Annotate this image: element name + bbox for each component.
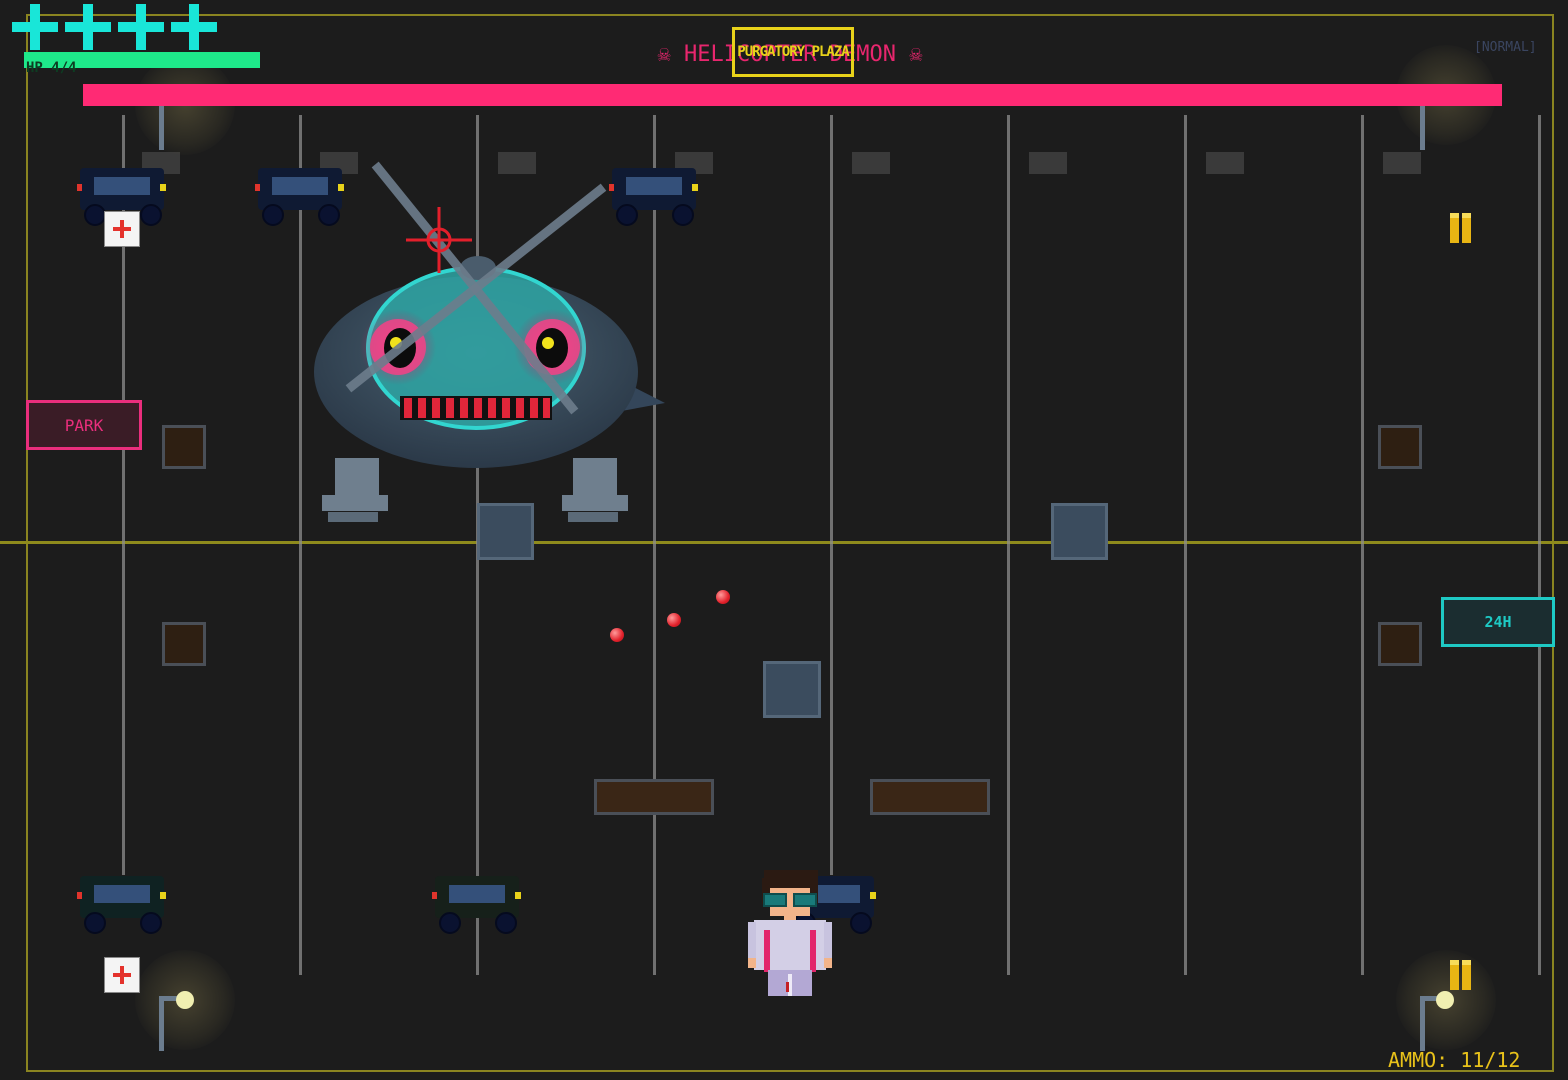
store-sign-label: 24H	[1484, 613, 1512, 631]
pillar	[1051, 503, 1108, 560]
crate	[1378, 425, 1422, 469]
enemy-bullet	[716, 590, 730, 604]
lane-line	[830, 115, 833, 875]
lane-line	[1361, 115, 1364, 975]
lane-line	[1007, 115, 1010, 975]
store-sign: 24H	[1441, 597, 1555, 647]
lives-display	[12, 4, 217, 50]
lamp-post	[159, 996, 164, 1051]
parking-stall-mark	[1206, 152, 1244, 174]
plus-cross-icon	[118, 4, 164, 50]
crosshair-icon	[406, 207, 472, 273]
ammo-icon[interactable]	[1450, 960, 1471, 990]
level-name-badge: PURGATORY PLAZA	[732, 27, 854, 77]
game-canvas[interactable]: PARK 24H HP 4/4 ☠ HELICOPTER DEMON ☠ PUR…	[0, 0, 1568, 1080]
enemy-bullet	[610, 628, 624, 642]
lane-line	[1538, 115, 1541, 975]
enemy-bullet	[667, 613, 681, 627]
parking-stall-mark	[1029, 152, 1067, 174]
park-sign-label: PARK	[64, 415, 104, 435]
player-character[interactable]	[748, 870, 832, 1006]
crate	[1378, 622, 1422, 666]
lamp-bulb	[176, 991, 194, 1009]
center-line	[0, 541, 1568, 544]
helicopter-demon-boss[interactable]	[300, 160, 680, 530]
lane-line	[1184, 115, 1187, 975]
ammo-counter: AMMO: 11/12	[1388, 1048, 1521, 1072]
level-name: PURGATORY PLAZA	[737, 44, 849, 60]
plus-cross-icon	[171, 4, 217, 50]
plus-cross-icon	[12, 4, 58, 50]
bench	[594, 779, 714, 815]
bench	[870, 779, 990, 815]
difficulty-label: [NORMAL]	[1474, 40, 1537, 55]
medkit-icon[interactable]	[104, 957, 140, 993]
hp-label: HP 4/4	[26, 60, 77, 76]
medkit-icon[interactable]	[104, 211, 140, 247]
plus-cross-icon	[65, 4, 111, 50]
parking-stall-mark	[852, 152, 890, 174]
lamp-post	[1420, 105, 1425, 150]
crate	[162, 622, 206, 666]
lamp-bulb	[1436, 991, 1454, 1009]
parking-stall-mark	[1383, 152, 1421, 174]
park-sign: PARK	[26, 400, 142, 450]
parked-car	[432, 876, 521, 934]
crate	[162, 425, 206, 469]
parked-car	[77, 876, 166, 934]
ammo-icon[interactable]	[1450, 213, 1471, 243]
lamp-post	[159, 105, 164, 150]
pillar	[763, 661, 821, 718]
boss-hp-bar	[83, 84, 1502, 106]
boss-hp-fill	[83, 84, 1502, 106]
lamp-post	[1420, 996, 1425, 1051]
